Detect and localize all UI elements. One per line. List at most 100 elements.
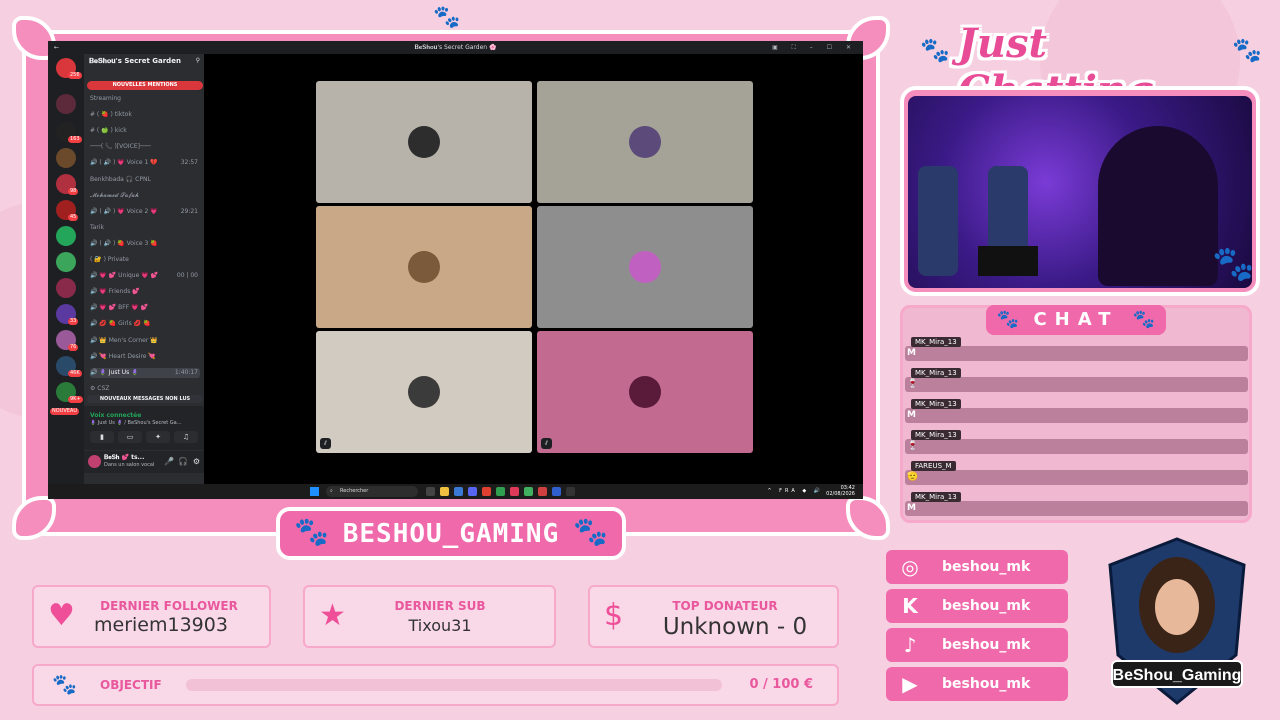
channel-item[interactable]: 🔊 👑 Men's Corner 👑 [90,336,200,346]
chat-username[interactable]: MK_Mira_13 [911,337,961,347]
video-tile[interactable] [316,81,532,203]
activity-button[interactable]: ✦ [146,431,170,443]
new-mentions-pill[interactable]: NOUVELLES MENTIONS [87,81,203,90]
channel-item[interactable]: 🔊 💗 💕 BFF 💗 💕 [90,303,200,313]
chat-username[interactable]: MK_Mira_13 [911,399,961,409]
server-icon[interactable] [56,148,76,168]
social-link[interactable]: ♪ beshou_mk [886,628,1068,662]
avatar[interactable] [629,376,661,408]
video-tile[interactable] [537,206,753,328]
store-icon[interactable] [454,487,463,496]
user-name[interactable]: 𝐁𝐞𝐒𝐡 💕 ts... [104,454,144,462]
chat-username[interactable]: FAREUS_M [911,461,956,471]
voice-location[interactable]: 🪻 Just Us 🪻 / BeShou's Secret Ga... [90,420,181,426]
mic-muted-icon: ⫽ [541,438,552,449]
server-badge: 46K [68,370,82,377]
video-tile[interactable] [316,206,532,328]
app-icon[interactable] [552,487,561,496]
app-icon[interactable] [566,487,575,496]
chat-username[interactable]: MK_Mira_13 [911,492,961,502]
video-tile[interactable]: ⫽ [316,331,532,453]
system-tray[interactable]: ^ FRA ◆ 🔊 [767,488,823,494]
file-explorer-icon[interactable] [440,487,449,496]
chrome-icon[interactable] [524,487,533,496]
channel-item[interactable]: Benkhbada 🎧 CPNL [90,175,200,185]
channel-item[interactable]: 𝓜𝓸𝓱𝓪𝓶𝓮𝓭 𝓢𝓪𝓯𝓪𝓱 [90,191,200,201]
channel-item[interactable]: 🔊 💋 🍓 Girls 💋 🍓 [90,319,200,329]
sub-value: Tixou31 [408,616,472,635]
donor-label: TOP DONATEUR [672,599,778,613]
avatar[interactable] [408,126,440,158]
channel-item[interactable]: # ( 🍏 ) kick [90,126,200,136]
server-icon[interactable] [56,94,76,114]
channel-item[interactable]: # ( 🍓 ) tiktok [90,110,200,120]
logo-text: BeShou_Gaming [1113,667,1242,684]
gear-icon[interactable]: ⚙ [193,457,200,466]
discord-window: ← 𝐁𝐞𝐒𝐡𝐨𝐮's Secret Garden 🌸 ▣ ⛶ – ☐ ✕ 256… [48,41,863,499]
chrome-icon[interactable] [496,487,505,496]
clock[interactable]: 03:42 02/08/2026 [826,485,855,497]
channel-item[interactable]: 🔊 💘 Heart Desire 💘 [90,352,200,362]
youtube-icon: ▶ [902,672,918,696]
mic-muted-icon[interactable]: 🎤 [164,457,174,466]
avatar[interactable] [88,455,101,468]
channel-label: 🔊 💗 Friends 💕 [90,288,140,296]
window-controls[interactable]: ▣ ⛶ – ☐ ✕ [772,41,857,54]
streamer-name-banner: 🐾 BESHOU_GAMING 🐾 [276,507,626,560]
video-tile[interactable]: ⫽ [537,331,753,453]
app-icon[interactable] [510,487,519,496]
social-link[interactable]: ◎ beshou_mk [886,550,1068,584]
headphones-icon[interactable]: 🎧 [178,457,188,466]
channel-item[interactable]: ( 🔐 ) Private [90,255,200,265]
server-badge: 45 [68,214,79,221]
channel-item[interactable]: ───( 📞 )[VOICE]─── [90,142,200,152]
chat-username[interactable]: MK_Mira_13 [911,430,961,440]
last-follower-box: ♥ DERNIER FOLLOWER meriem13903 [32,585,271,648]
channel-item[interactable]: 🔊 💗 Friends 💕 [90,287,200,297]
social-link[interactable]: Kbeshou_mk [886,589,1068,623]
avatar[interactable] [629,251,661,283]
follower-label: DERNIER FOLLOWER [100,599,238,613]
soundboard-button[interactable]: ♫ [174,431,198,443]
chat-username[interactable]: MK_Mira_13 [911,368,961,378]
language-indicator[interactable]: FRA [779,488,798,494]
app-icon[interactable] [538,487,547,496]
chat-message: MK_Mira_13 M [905,492,1248,516]
channel-item[interactable]: 🔊 ( 🔊 ) 💗 Voice 2 💗 29:21 [90,207,200,217]
avatar[interactable] [408,251,440,283]
webcam-feed [908,96,1252,288]
voice-status[interactable]: Voix connectée [90,412,141,419]
screen-share-button[interactable]: ▭ [118,431,142,443]
donation-goal-box: 🐾 OBJECTIF 0 / 100 € [32,664,839,706]
channel-item[interactable]: Streaming [90,94,200,104]
channel-item[interactable]: 🔊 ( 🔊 ) 💗 Voice 1 💔 32:57 [90,158,200,168]
discord-icon[interactable] [468,487,477,496]
channel-item[interactable]: Tarik [90,223,200,233]
avatar[interactable] [629,126,661,158]
camera-button[interactable]: ▮ [90,431,114,443]
windows-start-icon[interactable] [310,487,319,496]
social-link[interactable]: ▶ beshou_mk [886,667,1068,701]
server-icon[interactable] [56,278,76,298]
channel-item[interactable]: 🔊 💗 💕 Unique 💗 💕 00 | 00 [90,271,200,281]
server-icon[interactable] [56,252,76,272]
channel-item[interactable]: 🔊 🪻 Just Us 🪻 1:40:17 [90,367,200,378]
channel-label: 🔊 ( 🔊 ) 🍓 Voice 3 🍓 [90,239,158,247]
channel-item[interactable]: 🔊 ( 🔊 ) 🍓 Voice 3 🍓 [90,239,200,249]
channel-item[interactable]: ⚙ CSZ [90,384,200,394]
add-friend-icon[interactable]: ⚲ [196,57,200,64]
avatar[interactable] [408,376,440,408]
server-badge: 256 [68,72,82,79]
server-icon[interactable] [56,226,76,246]
unread-messages-pill[interactable]: NOUVEAUX MESSAGES NON LUS [87,395,203,403]
paw-icon: 🐾 [996,309,1020,330]
video-tile[interactable] [537,81,753,203]
app-icon[interactable] [482,487,491,496]
chat-message: MK_Mira_13 M [905,399,1248,423]
server-name[interactable]: 𝐁𝐞𝐒𝐡𝐨𝐮's Secret Garden [89,57,181,66]
chat-text: M [907,503,916,513]
star-icon: ★ [319,598,346,633]
task-view-icon[interactable] [426,487,435,496]
goal-progress-bar [186,679,722,691]
taskbar-search[interactable]: ⌕ Rechercher [326,486,418,497]
